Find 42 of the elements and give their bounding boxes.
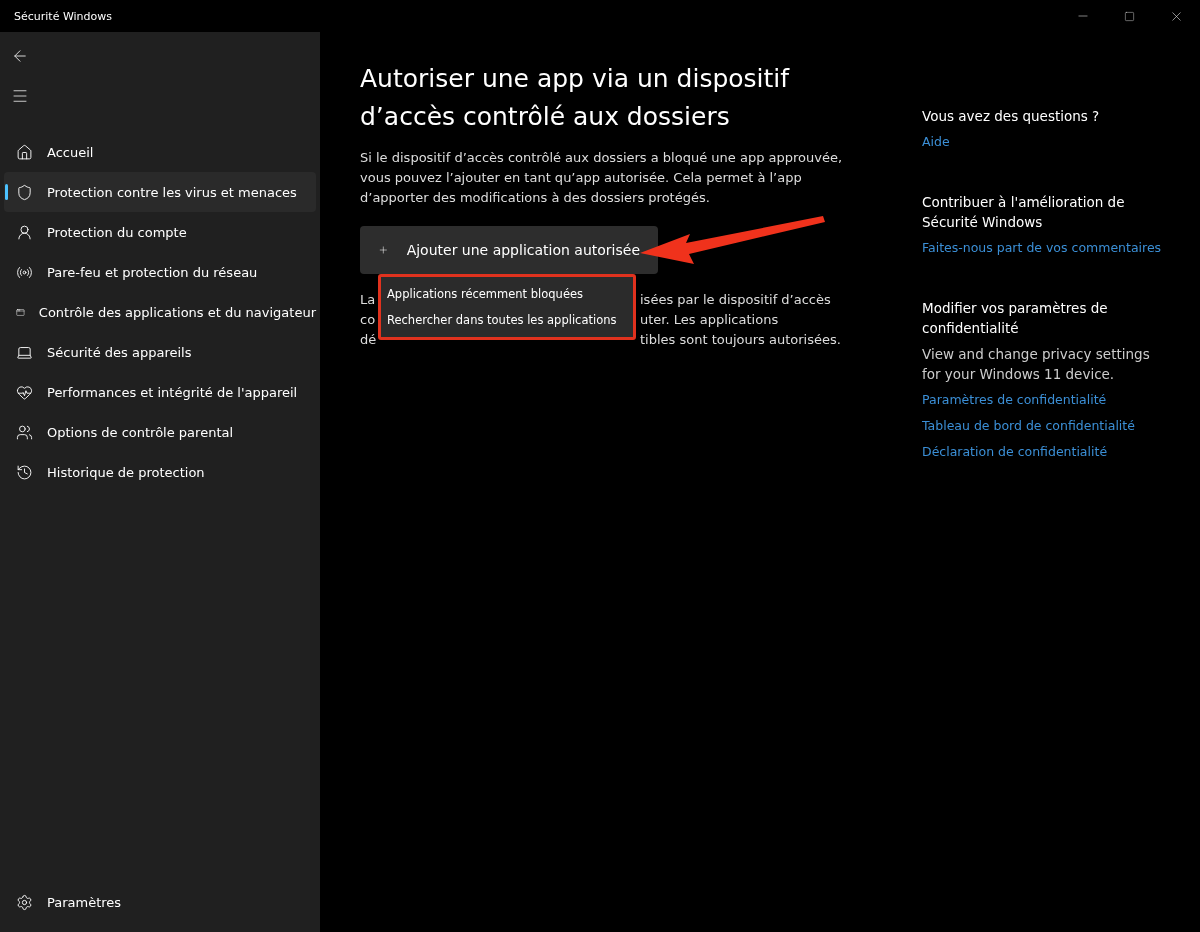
help-link[interactable]: Paramètres de confidentialité <box>922 390 1172 410</box>
add-app-button[interactable]: Ajouter une application autorisée <box>360 226 658 274</box>
selection-indicator <box>5 184 8 200</box>
paragraph-fragment: isées par le dispositif d’accès <box>640 291 831 309</box>
menu-item[interactable]: Applications récemment bloquées <box>381 281 633 307</box>
menu-icon <box>11 87 29 105</box>
help-link[interactable]: Faites-nous part de vos commentaires <box>922 238 1172 258</box>
menu-item[interactable]: Rechercher dans toutes les applications <box>381 307 633 333</box>
settings-icon <box>16 893 33 911</box>
paragraph-fragment: co <box>360 311 376 329</box>
sidebar-item[interactable]: Sécurité des appareils <box>4 332 316 372</box>
sidebar-item[interactable]: Paramètres <box>4 882 316 922</box>
help-link[interactable]: Déclaration de confidentialité <box>922 442 1172 462</box>
sidebar-item[interactable]: Pare-feu et protection du réseau <box>4 252 316 292</box>
help-link[interactable]: Tableau de bord de confidentialité <box>922 416 1172 436</box>
heart-pulse-icon <box>16 383 33 401</box>
page-heading: Autoriser une app via un dispositif d’accès contrôlé aux dossiers <box>360 63 791 133</box>
maximize-icon <box>1124 10 1135 22</box>
sidebar-item[interactable]: Historique de protection <box>4 452 316 492</box>
paragraph-fragment: dé <box>360 331 377 349</box>
home-icon <box>16 143 33 161</box>
people-icon <box>16 423 33 441</box>
paragraph-fragment: La <box>360 291 376 309</box>
section-title: Modifier vos paramètres de confidentialité <box>922 299 1109 338</box>
sidebar-item[interactable]: Accueil <box>4 132 316 172</box>
sidebar-item[interactable]: Options de contrôle parental <box>4 412 316 452</box>
sidebar-item[interactable]: Contrôle des applications et du navigateur <box>4 292 316 332</box>
section-text: View and change privacy settings for your Windows 11 device. <box>922 345 1151 384</box>
paragraph-fragment: uter. Les applications <box>640 311 779 329</box>
section-title: Vous avez des questions ? <box>922 107 1101 126</box>
paragraph-fragment: tibles sont toujours autorisées. <box>640 331 841 349</box>
history-icon <box>16 463 33 481</box>
sidebar-item[interactable]: Performances et intégrité de l'appareil <box>4 372 316 412</box>
help-link[interactable]: Aide <box>922 132 1172 152</box>
person-icon <box>16 223 33 241</box>
window-title: Sécurité Windows <box>14 9 113 23</box>
shield-icon <box>16 183 33 201</box>
section-title: Contribuer à l'amélioration de Sécurité Windows <box>922 193 1126 232</box>
sidebar-item[interactable]: Protection contre les virus et menaces <box>4 172 316 212</box>
intro-text: Si le dispositif d’accès contrôlé aux dossiers a bloqué une app approuvée, vous pouvez l’ajouter en tant qu’app autorisée. Cela permet à l’app d’apporter des modifications à des dossiers protégés. <box>360 149 844 207</box>
sidebar-item[interactable]: Protection du compte <box>4 212 316 252</box>
back-icon <box>11 47 29 65</box>
